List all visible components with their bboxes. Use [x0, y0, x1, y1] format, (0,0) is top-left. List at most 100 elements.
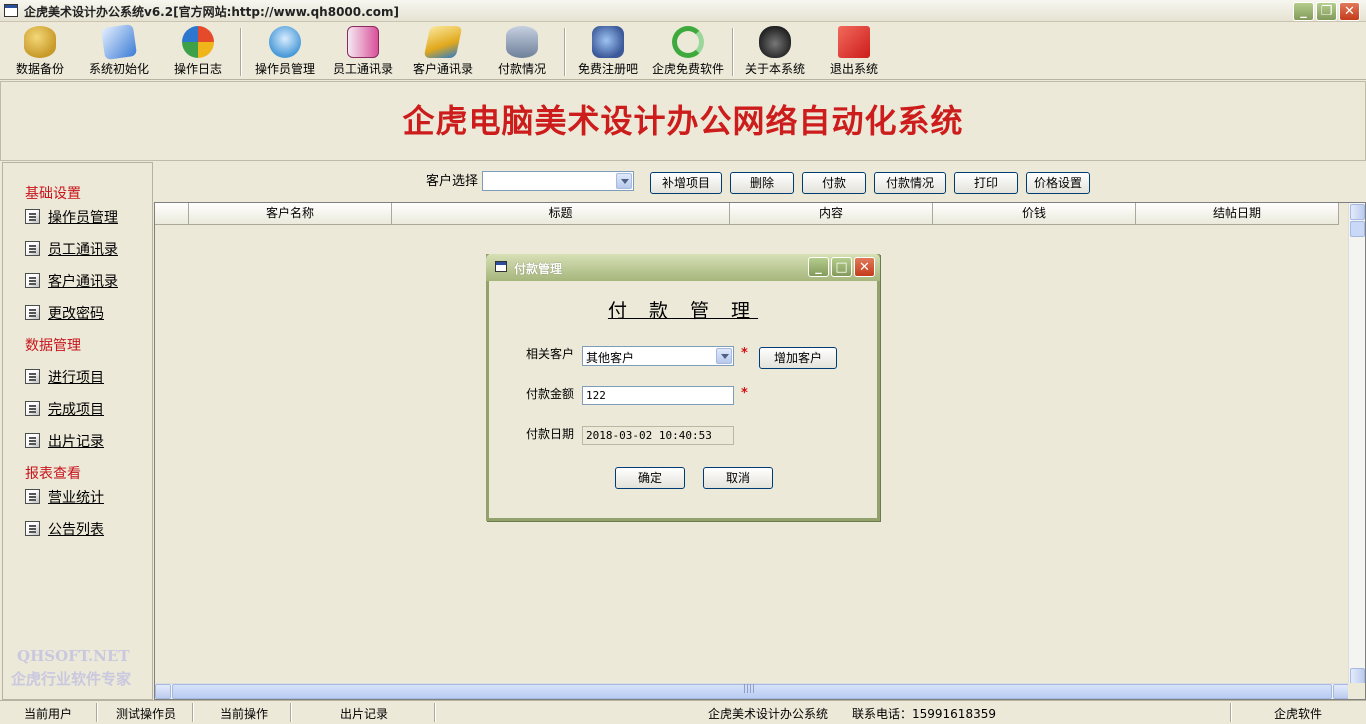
column-header-title[interactable]: 标题 — [392, 203, 730, 225]
close-icon: ✕ — [1344, 4, 1355, 19]
price-settings-button[interactable]: 价格设置 — [1026, 172, 1090, 194]
document-edit-icon — [25, 209, 40, 224]
exit-cube-icon — [838, 26, 870, 58]
toolbar-data-backup[interactable]: 数据备份 — [12, 26, 68, 77]
dialog-maximize-button[interactable]: □ — [831, 257, 852, 277]
toolbar-customer-contacts[interactable]: 客户通讯录 — [410, 26, 476, 77]
document-edit-icon — [25, 241, 40, 256]
customer-select[interactable] — [482, 171, 634, 191]
sidebar-item-ongoing-projects[interactable]: 进行项目 — [25, 367, 104, 387]
customer-select-label: 客户选择 — [426, 174, 479, 189]
status-current-op-label: 当前操作 — [220, 707, 269, 721]
payment-status-button[interactable]: 付款情况 — [874, 172, 946, 194]
sidebar-item-customer-contacts[interactable]: 客户通讯录 — [25, 271, 118, 291]
chevron-down-icon[interactable] — [716, 348, 732, 364]
app-window-icon[interactable] — [4, 4, 18, 17]
toolbar-exit[interactable]: 退出系统 — [826, 26, 882, 77]
required-mark: * — [741, 386, 748, 401]
dialog-title-bar[interactable]: 付款管理 _ □ ✕ — [486, 254, 880, 281]
status-divider — [290, 703, 292, 722]
users-chat-icon — [269, 26, 301, 58]
chevron-down-icon[interactable] — [616, 173, 632, 189]
main-toolbar: 数据备份 系统初始化 操作日志 操作员管理 员工通讯录 客户通讯录 付款情况 免… — [0, 23, 1366, 80]
payment-amount-label: 付款金额 — [526, 387, 575, 401]
scroll-corner — [1348, 683, 1365, 699]
horizontal-scroll-thumb[interactable] — [172, 684, 1332, 699]
add-customer-button[interactable]: 增加客户 — [759, 347, 837, 369]
print-button[interactable]: 打印 — [954, 172, 1018, 194]
window-title: 企虎美术设计办公系统v6.2[官方网站:http://www.qh8000.co… — [24, 5, 400, 19]
toolbar-free-register[interactable]: 免费注册吧 — [576, 26, 640, 77]
restore-button[interactable]: ❐ — [1316, 2, 1337, 21]
column-header-content[interactable]: 内容 — [730, 203, 933, 225]
sidebar-item-announcements[interactable]: 公告列表 — [25, 519, 104, 539]
document-edit-icon — [25, 521, 40, 536]
status-bar: 当前用户 测试操作员 当前操作 出片记录 企虎美术设计办公系统 联系电话：159… — [0, 700, 1366, 724]
scroll-right-button[interactable] — [1333, 684, 1349, 699]
toolbar-employee-contacts[interactable]: 员工通讯录 — [330, 26, 396, 77]
related-customer-select[interactable]: 其他客户 — [582, 346, 734, 366]
status-divider — [192, 703, 194, 722]
column-header-customer[interactable]: 客户名称 — [189, 203, 392, 225]
database-add-icon — [506, 26, 538, 58]
status-divider — [96, 703, 98, 722]
checkmark-globe-icon — [182, 26, 214, 58]
ok-button[interactable]: 确定 — [615, 467, 685, 489]
monitor-globe-icon — [592, 26, 624, 58]
dialog-close-button[interactable]: ✕ — [854, 257, 875, 277]
mascot-icon — [759, 26, 791, 58]
sidebar: 基础设置 操作员管理 员工通讯录 客户通讯录 更改密码 数据管理 进行项目 完成… — [2, 162, 153, 700]
column-header-settle-date[interactable]: 结帖日期 — [1136, 203, 1339, 225]
status-system-name: 企虎美术设计办公系统 — [708, 707, 829, 721]
sidebar-item-business-stats[interactable]: 营业统计 — [25, 487, 104, 507]
document-edit-icon — [25, 401, 40, 416]
scroll-down-button[interactable] — [1350, 668, 1365, 684]
watermark-slogan: 企虎行业软件专家 — [11, 670, 132, 688]
status-brand: 企虎软件 — [1274, 707, 1323, 721]
toolbar-about[interactable]: 关于本系统 — [742, 26, 808, 77]
status-current-user: 测试操作员 — [116, 707, 177, 721]
sidebar-item-change-password[interactable]: 更改密码 — [25, 303, 104, 323]
dialog-minimize-button[interactable]: _ — [808, 257, 829, 277]
add-project-button[interactable]: 补增项目 — [650, 172, 722, 194]
vertical-scroll-thumb[interactable] — [1350, 221, 1365, 237]
database-backup-icon — [24, 26, 56, 58]
minimize-button[interactable]: _ — [1293, 2, 1314, 21]
scroll-left-button[interactable] — [155, 684, 171, 699]
sidebar-item-operator-management[interactable]: 操作员管理 — [25, 207, 118, 227]
status-divider — [1230, 703, 1232, 722]
toolbar-free-software[interactable]: 企虎免费软件 — [650, 26, 726, 77]
scroll-up-button[interactable] — [1350, 204, 1365, 220]
minimize-icon: _ — [1300, 4, 1307, 19]
toolbar-operation-log[interactable]: 操作日志 — [170, 26, 226, 77]
dialog-title: 付款管理 — [514, 262, 563, 276]
horizontal-scrollbar[interactable] — [155, 683, 1349, 699]
close-button[interactable]: ✕ — [1339, 2, 1360, 21]
toolbar-operator-management[interactable]: 操作员管理 — [252, 26, 318, 77]
status-phone: 联系电话：15991618359 — [852, 707, 996, 721]
payment-date-label: 付款日期 — [526, 427, 575, 441]
column-header-selector[interactable] — [155, 203, 189, 225]
restore-icon: ❐ — [1320, 4, 1333, 19]
dialog-window-icon — [495, 261, 507, 272]
refresh-icon — [672, 26, 704, 58]
toolbar-payment-status[interactable]: 付款情况 — [494, 26, 550, 77]
window-title-bar[interactable]: 企虎美术设计办公系统v6.2[官方网站:http://www.qh8000.co… — [0, 0, 1366, 22]
column-header-price[interactable]: 价钱 — [933, 203, 1136, 225]
related-customer-label: 相关客户 — [526, 347, 575, 361]
toolbar-system-init[interactable]: 系统初始化 — [86, 23, 152, 77]
sidebar-item-employee-contacts[interactable]: 员工通讯录 — [25, 239, 118, 259]
cancel-button[interactable]: 取消 — [703, 467, 773, 489]
payment-amount-input[interactable]: 122 — [582, 386, 734, 405]
toolbar-separator — [564, 28, 566, 76]
sidebar-item-output-records[interactable]: 出片记录 — [25, 431, 104, 451]
delete-button[interactable]: 删除 — [730, 172, 794, 194]
dialog-heading: 付 款 管 理 — [607, 300, 759, 322]
status-current-user-label: 当前用户 — [24, 707, 73, 721]
status-divider — [434, 703, 436, 722]
sidebar-item-completed-projects[interactable]: 完成项目 — [25, 399, 104, 419]
vertical-scrollbar[interactable] — [1348, 203, 1365, 685]
notebook-icon — [423, 26, 463, 58]
address-book-icon — [347, 26, 379, 58]
pay-button[interactable]: 付款 — [802, 172, 866, 194]
